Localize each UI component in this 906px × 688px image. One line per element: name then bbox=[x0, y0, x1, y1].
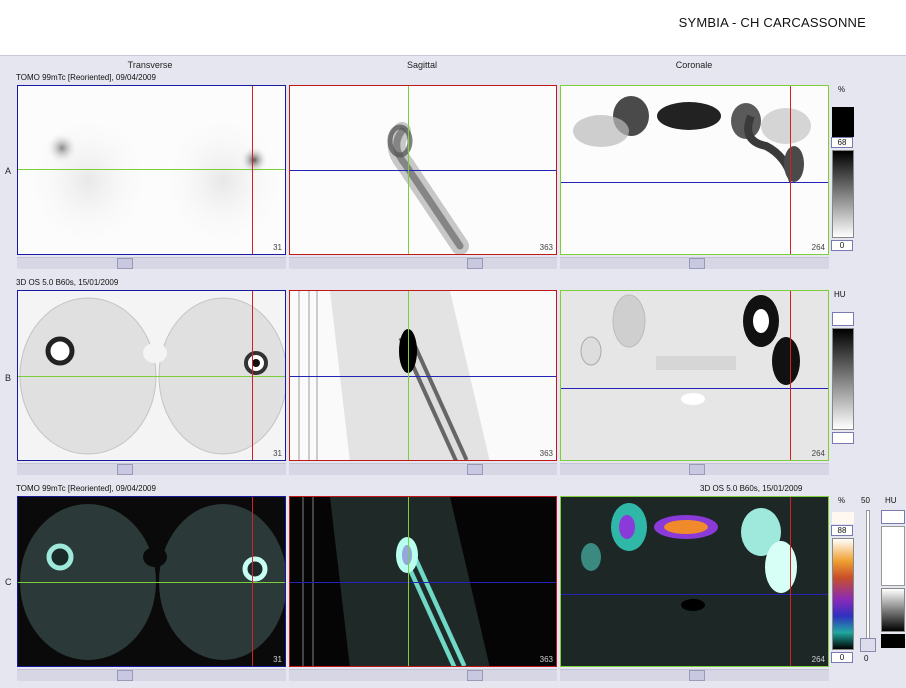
ct-coronal-image bbox=[561, 291, 828, 460]
crosshair-horizontal bbox=[290, 582, 556, 583]
view-b-sagittal[interactable]: 363 bbox=[289, 290, 557, 461]
colorbar-max-value[interactable]: 88 bbox=[831, 525, 853, 536]
crosshair-horizontal bbox=[290, 376, 556, 377]
scrollbar-a-sagittal[interactable] bbox=[289, 257, 557, 269]
slice-number: 363 bbox=[539, 449, 553, 458]
crosshair-horizontal bbox=[18, 376, 285, 377]
slice-number: 264 bbox=[811, 243, 825, 252]
crosshair-vertical bbox=[408, 497, 409, 666]
scroll-thumb[interactable] bbox=[467, 464, 483, 475]
crosshair-horizontal bbox=[18, 169, 285, 170]
colorbar-unit: HU bbox=[885, 496, 897, 505]
gray-scale-bar bbox=[832, 150, 854, 238]
crosshair-horizontal bbox=[290, 170, 556, 171]
blend-slider[interactable]: 50 0 bbox=[858, 496, 878, 667]
blend-min: 0 bbox=[864, 654, 869, 663]
scrollbar-b-sagittal[interactable] bbox=[289, 463, 557, 475]
crosshair-vertical bbox=[252, 86, 253, 254]
crosshair-horizontal bbox=[561, 182, 828, 183]
slice-number: 31 bbox=[273, 449, 282, 458]
view-c-sagittal[interactable]: 363 bbox=[289, 496, 557, 667]
colorbar-unit: HU bbox=[834, 290, 846, 299]
viewer-panel: Transverse Sagittal Coronale TOMO 99mTc … bbox=[0, 55, 906, 688]
scrollbar-b-transverse[interactable] bbox=[17, 463, 286, 475]
column-heading-sagittal: Sagittal bbox=[406, 60, 438, 70]
title-bar: SYMBIA - CH CARCASSONNE bbox=[0, 0, 906, 55]
scroll-thumb[interactable] bbox=[117, 464, 133, 475]
slice-number: 31 bbox=[273, 243, 282, 252]
scroll-thumb[interactable] bbox=[689, 258, 705, 269]
colorbar-a: % 68 0 bbox=[831, 85, 856, 255]
view-b-coronal[interactable]: 264 bbox=[560, 290, 829, 461]
spect-transverse-image bbox=[23, 111, 285, 251]
view-b-transverse[interactable]: 31 bbox=[17, 290, 286, 461]
scroll-thumb[interactable] bbox=[689, 464, 705, 475]
colorbar-unit: % bbox=[838, 85, 846, 94]
row-c-caption-right: 3D OS 5.0 B60s, 15/01/2009 bbox=[700, 484, 803, 493]
row-b-caption: 3D OS 5.0 B60s, 15/01/2009 bbox=[16, 278, 119, 287]
scrollbar-a-coronal[interactable] bbox=[560, 257, 829, 269]
scroll-thumb[interactable] bbox=[117, 258, 133, 269]
gray-scale-bar bbox=[881, 588, 905, 632]
spect-coronal-image bbox=[573, 96, 811, 183]
view-c-coronal[interactable]: 264 bbox=[560, 496, 829, 667]
view-a-transverse[interactable]: 31 bbox=[17, 85, 286, 255]
row-a-letter: A bbox=[5, 166, 12, 176]
column-heading-coronal: Coronale bbox=[675, 60, 713, 70]
view-a-sagittal[interactable]: 363 bbox=[289, 85, 557, 255]
view-c-transverse[interactable]: 31 bbox=[17, 496, 286, 667]
blend-value: 50 bbox=[861, 496, 870, 505]
colorbar-unit: % bbox=[838, 496, 846, 505]
scroll-thumb[interactable] bbox=[467, 670, 483, 681]
colorbar-c-percent: % 88 0 bbox=[831, 496, 856, 667]
crosshair-vertical bbox=[252, 291, 253, 460]
crosshair-horizontal bbox=[561, 594, 828, 595]
fusion-coronal-image bbox=[561, 497, 828, 666]
crosshair-vertical bbox=[252, 497, 253, 666]
crosshair-horizontal bbox=[561, 388, 828, 389]
crosshair-vertical bbox=[790, 86, 791, 254]
scroll-thumb[interactable] bbox=[689, 670, 705, 681]
color-scale-bar bbox=[832, 538, 854, 650]
row-c-caption-left: TOMO 99mTc [Reoriented], 09/04/2009 bbox=[16, 484, 156, 493]
crosshair-vertical bbox=[408, 291, 409, 460]
crosshair-vertical bbox=[408, 86, 409, 254]
row-a-caption: TOMO 99mTc [Reoriented], 09/04/2009 bbox=[16, 73, 156, 82]
scroll-thumb[interactable] bbox=[467, 258, 483, 269]
scrollbar-b-coronal[interactable] bbox=[560, 463, 829, 475]
slice-number: 363 bbox=[539, 655, 553, 664]
slice-number: 264 bbox=[811, 449, 825, 458]
scrollbar-c-sagittal[interactable] bbox=[289, 669, 557, 681]
colorbar-max-value[interactable]: 68 bbox=[831, 137, 853, 148]
colorbar-min-value[interactable]: 0 bbox=[831, 652, 853, 663]
blend-thumb[interactable] bbox=[860, 638, 876, 652]
scrollbar-c-transverse[interactable] bbox=[17, 669, 286, 681]
crosshair-horizontal bbox=[18, 582, 285, 583]
row-b-letter: B bbox=[5, 373, 12, 383]
slice-number: 31 bbox=[273, 655, 282, 664]
scrollbar-c-coronal[interactable] bbox=[560, 669, 829, 681]
slice-number: 264 bbox=[811, 655, 825, 664]
blend-track[interactable] bbox=[866, 510, 870, 650]
scrollbar-a-transverse[interactable] bbox=[17, 257, 286, 269]
gray-scale-bar bbox=[832, 328, 854, 430]
slice-number: 363 bbox=[539, 243, 553, 252]
colorbar-b: HU bbox=[831, 290, 856, 461]
scroll-thumb[interactable] bbox=[117, 670, 133, 681]
column-heading-transverse: Transverse bbox=[127, 60, 173, 70]
site-title: SYMBIA - CH CARCASSONNE bbox=[678, 15, 866, 30]
row-c-letter: C bbox=[5, 577, 12, 587]
crosshair-vertical bbox=[790, 291, 791, 460]
colorbar-min-value[interactable]: 0 bbox=[831, 240, 853, 251]
crosshair-vertical bbox=[790, 497, 791, 666]
view-a-coronal[interactable]: 264 bbox=[560, 85, 829, 255]
colorbar-c-hu: HU bbox=[880, 496, 906, 667]
